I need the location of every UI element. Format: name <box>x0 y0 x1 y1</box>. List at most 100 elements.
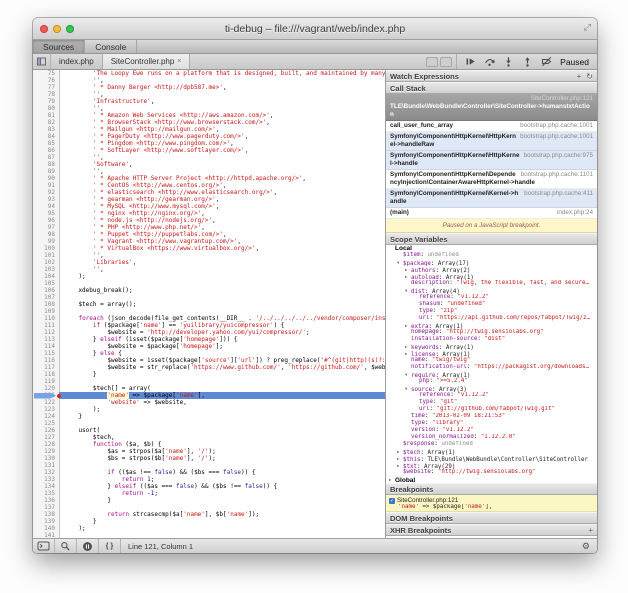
breakpoint-entry[interactable]: ✓SiteController.php:121'name' => $packag… <box>386 495 597 512</box>
variable-row[interactable]: ▼dist: Array(4) <box>386 287 597 294</box>
line-number[interactable]: 92 <box>33 189 59 196</box>
variable-row[interactable]: url: "git://github.com/fabpot/Twig.git" <box>386 406 597 413</box>
line-number[interactable]: 98 <box>33 231 59 238</box>
line-number[interactable]: 96 <box>33 217 59 224</box>
variable-row[interactable]: version: "v1.12.2" <box>386 427 597 434</box>
minimize-window-button[interactable] <box>53 25 61 33</box>
line-number[interactable]: 87 <box>33 154 59 161</box>
scope-section-row[interactable]: ▶Global <box>386 476 597 483</box>
line-number[interactable]: 137 <box>33 504 59 511</box>
line-number[interactable]: 116 <box>33 357 59 364</box>
step-into-button[interactable] <box>503 56 514 67</box>
file-tab-index[interactable]: index.php <box>51 54 103 69</box>
line-number[interactable]: 132 <box>33 469 59 476</box>
line-number[interactable]: 115 <box>33 350 59 357</box>
line-number[interactable]: 83 <box>33 126 59 133</box>
variable-row[interactable]: ▶$txt: Array(29) <box>386 462 597 469</box>
tab-sources[interactable]: Sources <box>33 40 85 53</box>
refresh-watch-icon[interactable]: ↻ <box>586 71 593 82</box>
variable-row[interactable]: ▶$this: TLE\Bundle\WebBundle\Controller\… <box>386 455 597 462</box>
line-number[interactable]: 138 <box>33 511 59 518</box>
variable-row[interactable]: type: "git" <box>386 399 597 406</box>
variable-row[interactable]: name: "twig/twig" <box>386 357 597 364</box>
scope-variables-header[interactable]: Scope Variables <box>386 233 597 245</box>
variable-row[interactable]: ▶$tech: Array(1) <box>386 448 597 455</box>
line-number[interactable]: 140 <box>33 525 59 532</box>
variable-row[interactable]: shasum: "undefined" <box>386 301 597 308</box>
line-number[interactable]: 75 <box>33 70 59 77</box>
line-number[interactable]: 136 <box>33 497 59 504</box>
call-stack-frame[interactable]: bootstrap.php.cache:1001Symfony\Componen… <box>386 132 597 151</box>
line-number[interactable]: 77 <box>33 84 59 91</box>
line-number[interactable]: 125 <box>33 420 59 427</box>
line-number[interactable]: 135 <box>33 490 59 497</box>
variable-row[interactable]: type: "zip" <box>386 308 597 315</box>
call-stack-frame[interactable]: index.php:24(main) <box>386 208 597 219</box>
variable-row[interactable]: ▼source: Array(3) <box>386 385 597 392</box>
line-number[interactable]: 82 <box>33 119 59 126</box>
line-number[interactable]: 122 <box>33 399 59 406</box>
call-stack-frame[interactable]: SiteController.php:121TLE\Bundle\WebBund… <box>386 94 597 121</box>
line-number[interactable]: 78 <box>33 91 59 98</box>
line-number[interactable]: 101 <box>33 252 59 259</box>
zoom-window-button[interactable] <box>66 25 74 33</box>
line-number[interactable]: 84 <box>33 133 59 140</box>
line-number[interactable]: 123 <box>33 406 59 413</box>
variable-row[interactable]: ▶keywords: Array(1) <box>386 343 597 350</box>
line-number[interactable]: 108 <box>33 301 59 308</box>
title-bar[interactable]: ti-debug – file:///vagrant/web/index.php… <box>33 18 597 40</box>
line-number[interactable]: 79 <box>33 98 59 105</box>
line-number[interactable]: 112 <box>33 329 59 336</box>
variable-row[interactable]: description: "Twig, the flexible, fast, … <box>386 280 597 287</box>
tab-console[interactable]: Console <box>85 40 137 53</box>
close-tab-icon[interactable]: × <box>177 58 181 65</box>
variable-row[interactable]: notification-url: "https://packagist.org… <box>386 364 597 371</box>
line-number[interactable]: 93 <box>33 196 59 203</box>
line-number[interactable]: 99 <box>33 238 59 245</box>
line-number[interactable]: 129 <box>33 448 59 455</box>
line-number[interactable]: 127 <box>33 434 59 441</box>
code-editor[interactable]: 75 'The Loopy Ewe runs on a platform tha… <box>33 70 385 538</box>
call-stack-frame[interactable]: bootstrap.php.cache:411Symfony\Component… <box>386 189 597 208</box>
watch-expressions-header[interactable]: Watch Expressions + ↻ <box>386 70 597 82</box>
step-over-button[interactable] <box>484 56 495 67</box>
line-number[interactable]: 76 <box>33 77 59 84</box>
variable-row[interactable]: reference: "v1.12.2" <box>386 392 597 399</box>
variable-row[interactable]: $item: undefined <box>386 252 597 259</box>
line-number[interactable]: 139 <box>33 518 59 525</box>
back-panel-button[interactable] <box>426 57 438 67</box>
variable-row[interactable]: type: "library" <box>386 420 597 427</box>
pretty-print-button[interactable]: { } <box>99 539 121 553</box>
line-number[interactable]: 94 <box>33 203 59 210</box>
call-stack-frame[interactable]: bootstrap.php.cache:975Symfony\Component… <box>386 151 597 170</box>
variable-row[interactable]: ▶extra: Array(1) <box>386 322 597 329</box>
line-number[interactable]: 131 <box>33 462 59 469</box>
line-number[interactable]: 141 <box>33 532 59 538</box>
variable-row[interactable]: $website: "http://twig.sensiolabs.org" <box>386 469 597 476</box>
fullscreen-icon[interactable]: ⤢ <box>584 22 591 33</box>
search-button[interactable] <box>55 539 77 553</box>
variable-row[interactable]: time: "2013-02-09 18:21:53" <box>386 413 597 420</box>
settings-gear-icon[interactable]: ⚙ <box>582 541 597 552</box>
line-number[interactable]: 114 <box>33 343 59 350</box>
variable-row[interactable]: php: ">=5.2.4" <box>386 378 597 385</box>
line-number[interactable]: 126 <box>33 427 59 434</box>
line-number[interactable]: 134 <box>33 483 59 490</box>
variable-row[interactable]: $response: undefined <box>386 441 597 448</box>
xhr-breakpoints-header[interactable]: XHR Breakpoints + <box>386 524 597 536</box>
file-tab-sitecontroller[interactable]: SiteController.php × <box>103 54 191 69</box>
add-xhr-breakpoint-icon[interactable]: + <box>588 525 593 536</box>
resume-button[interactable] <box>465 56 476 67</box>
call-stack-frame[interactable]: bootstrap.php.cache:1101Symfony\Componen… <box>386 170 597 189</box>
variable-row[interactable]: ▶license: Array(1) <box>386 350 597 357</box>
close-window-button[interactable] <box>40 25 48 33</box>
line-number[interactable]: 85 <box>33 140 59 147</box>
line-number[interactable]: 133 <box>33 476 59 483</box>
variable-row[interactable]: ▶autoload: Array(1) <box>386 273 597 280</box>
line-number[interactable]: 120 <box>33 385 59 392</box>
line-number[interactable]: 86 <box>33 147 59 154</box>
line-number[interactable]: 111 <box>33 322 59 329</box>
line-number[interactable]: 100 <box>33 245 59 252</box>
line-number[interactable]: 80 <box>33 105 59 112</box>
scope-section-row[interactable]: Local <box>386 245 597 252</box>
